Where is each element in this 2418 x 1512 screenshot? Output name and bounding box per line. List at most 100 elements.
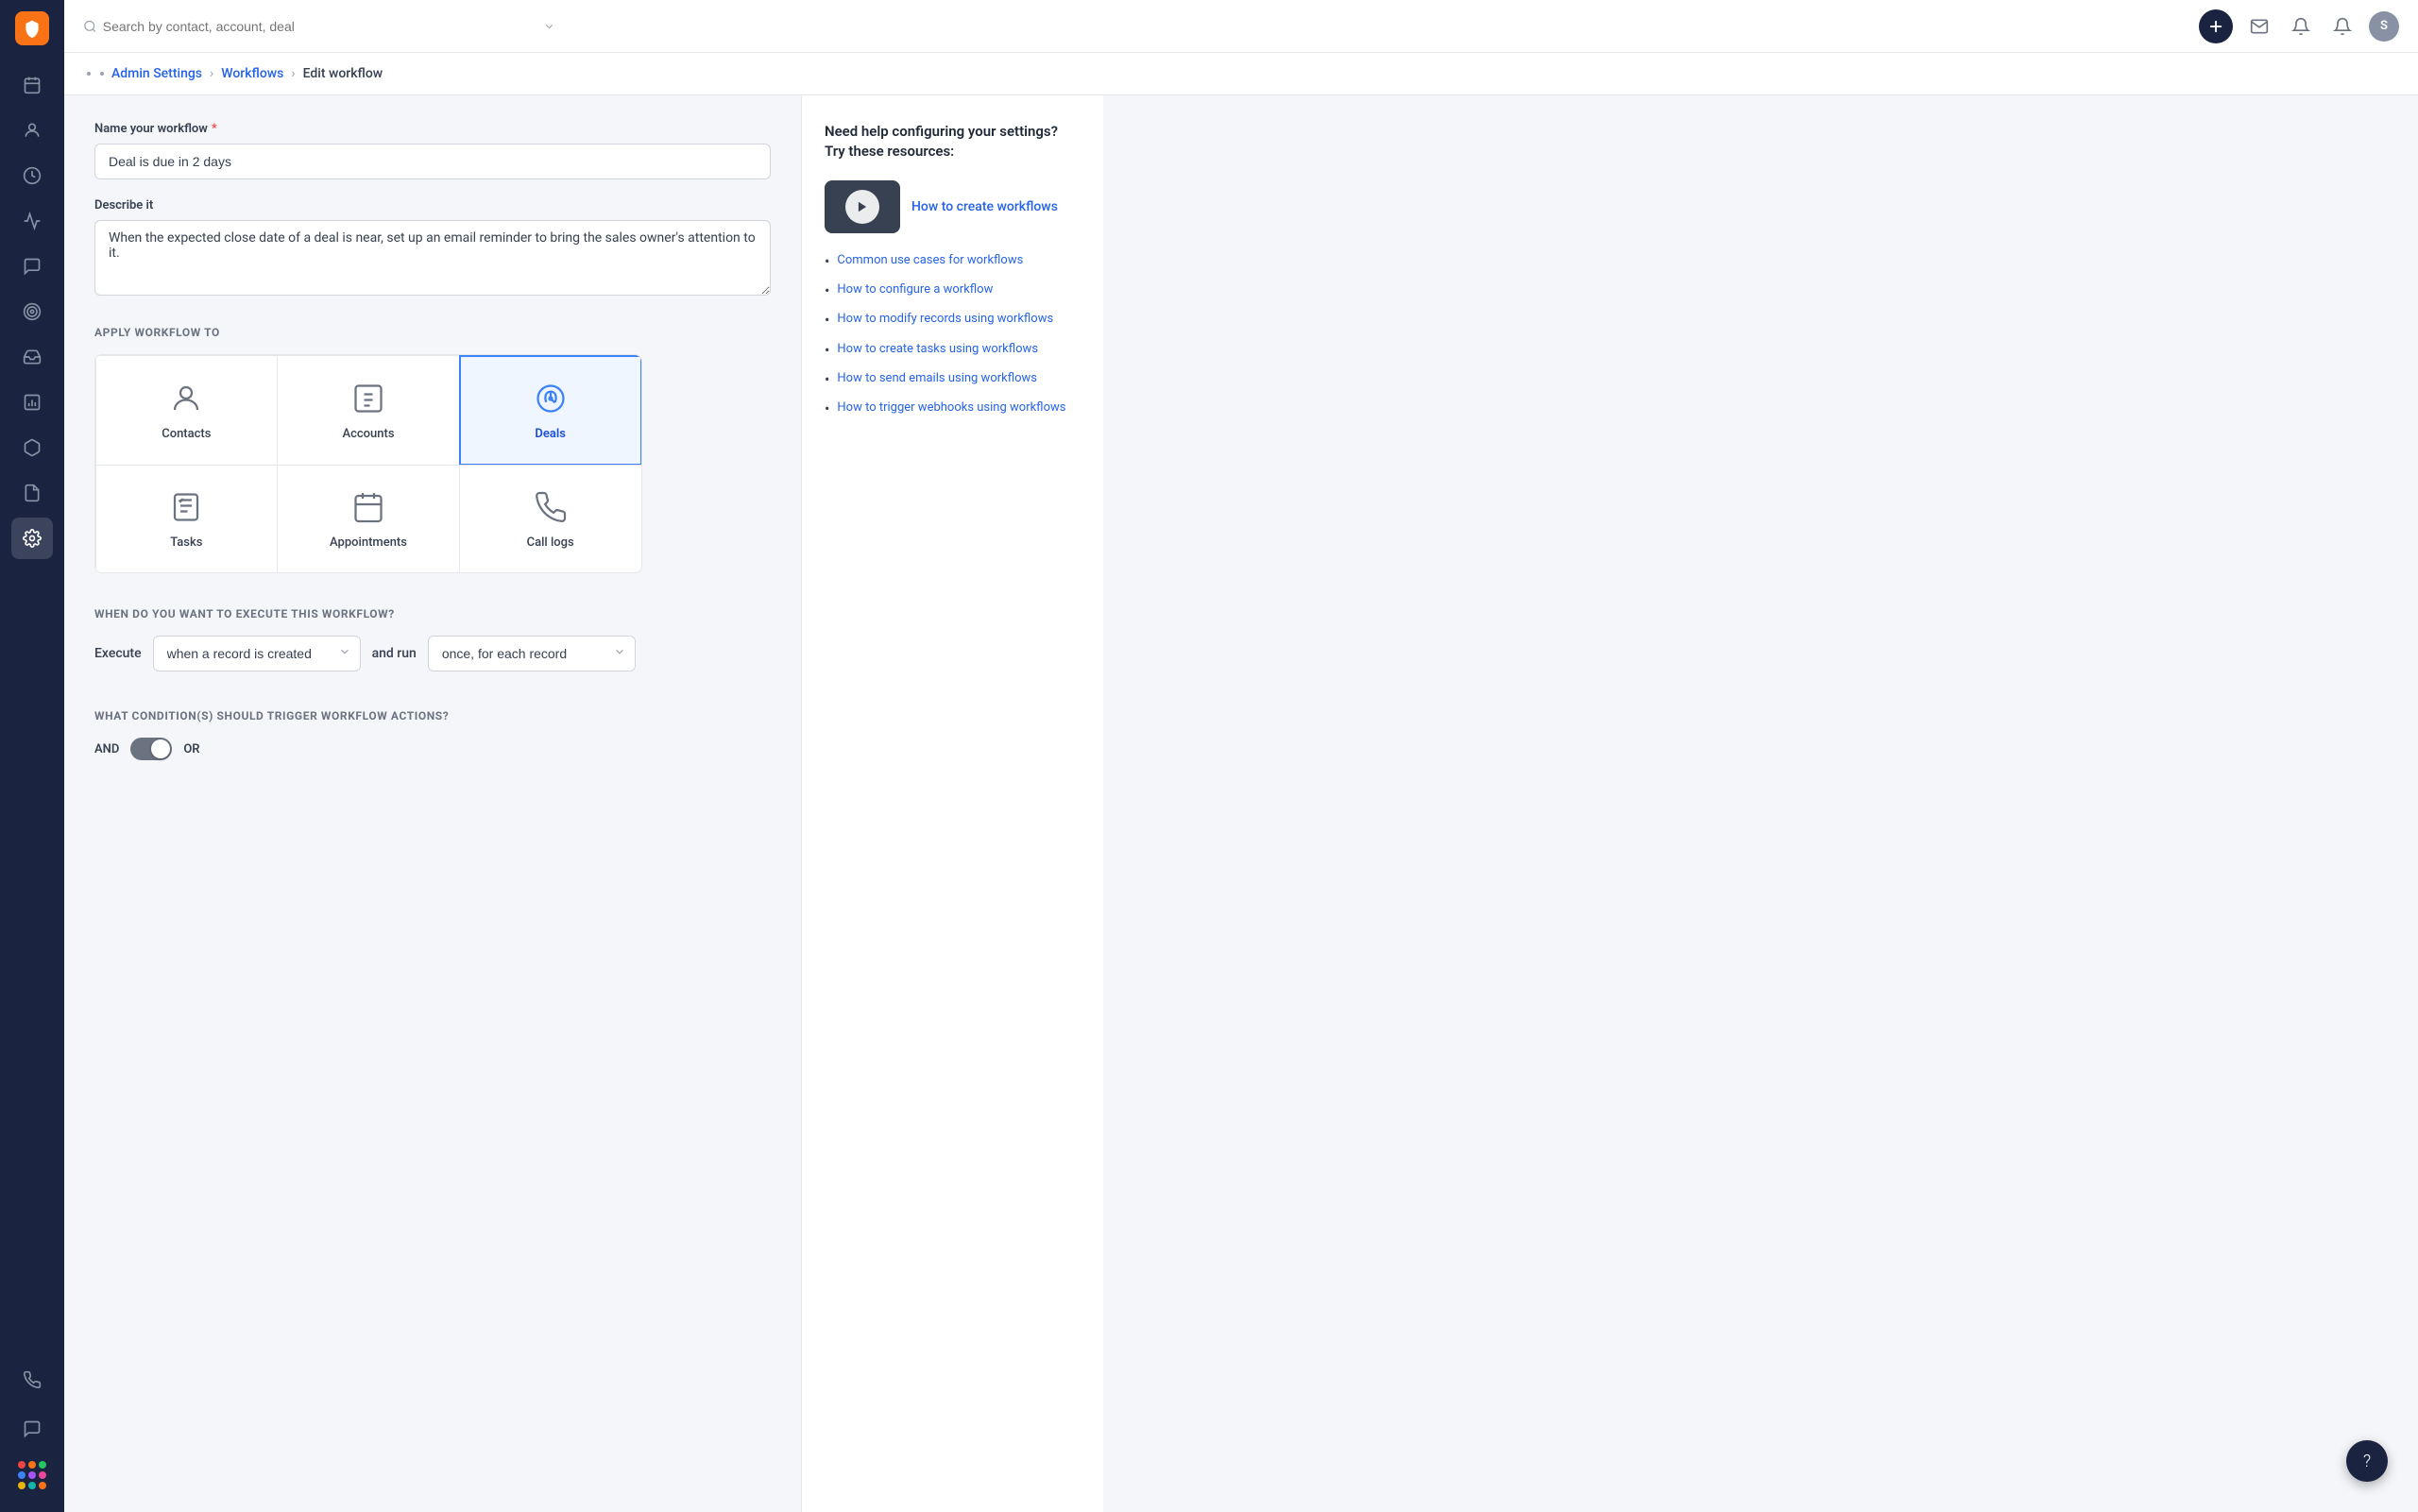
search-wrapper <box>83 19 555 34</box>
contacts-label: Contacts <box>162 427 211 441</box>
tasks-label: Tasks <box>170 535 202 550</box>
breadcrumb-admin-settings[interactable]: Admin Settings <box>111 66 202 81</box>
call-logs-icon <box>532 488 570 526</box>
add-button[interactable] <box>2199 9 2233 43</box>
toggle-track[interactable] <box>130 738 172 760</box>
help-link-1[interactable]: How to configure a workflow <box>837 281 993 298</box>
workflow-type-grid: Contacts Accounts <box>94 354 642 573</box>
user-avatar[interactable]: S <box>2369 11 2399 42</box>
workflow-card-accounts[interactable]: Accounts <box>277 355 460 466</box>
deals-label: Deals <box>535 427 566 441</box>
condition-row: AND OR <box>94 738 771 760</box>
name-field-group: Name your workflow * <box>94 122 771 179</box>
help-link-5[interactable]: How to trigger webhooks using workflows <box>837 399 1065 416</box>
execute-select[interactable]: when a record is created when a record i… <box>153 636 361 671</box>
or-label: OR <box>183 742 199 756</box>
video-link[interactable]: How to create workflows <box>911 199 1058 214</box>
workflow-card-appointments[interactable]: Appointments <box>277 465 460 573</box>
execute-row: Execute when a record is created when a … <box>94 636 771 671</box>
execute-section-title: WHEN DO YOU WANT TO EXECUTE THIS WORKFLO… <box>94 607 771 620</box>
bell-icon[interactable] <box>2327 11 2358 42</box>
contacts-icon <box>167 380 205 417</box>
help-link-0[interactable]: Common use cases for workflows <box>837 252 1023 269</box>
app-logo[interactable] <box>15 11 49 45</box>
sidebar-item-analytics[interactable] <box>11 382 53 423</box>
deals-icon <box>532 380 570 417</box>
sidebar-item-conversations[interactable] <box>11 246 53 287</box>
run-select[interactable]: once, for each record every time <box>428 636 636 671</box>
topbar-right: S <box>2199 9 2399 43</box>
sidebar-item-phone[interactable] <box>11 1359 53 1401</box>
condition-toggle[interactable] <box>130 738 172 760</box>
condition-section-title: WHAT CONDITION(S) SHOULD TRIGGER WORKFLO… <box>94 709 771 722</box>
describe-field-group: Describe it When the expected close date… <box>94 198 771 299</box>
sidebar-item-inbox[interactable] <box>11 336 53 378</box>
workflow-describe-textarea[interactable]: When the expected close date of a deal i… <box>94 220 771 296</box>
help-panel: Need help configuring your settings? Try… <box>801 95 1103 1512</box>
run-select-wrapper: once, for each record every time <box>428 636 636 671</box>
appointments-label: Appointments <box>330 535 407 550</box>
help-list-item-4: • How to send emails using workflows <box>825 370 1081 388</box>
sidebar-item-integrations[interactable] <box>11 427 53 468</box>
page: Admin Settings › Workflows › Edit workfl… <box>64 53 2418 1512</box>
play-button[interactable] <box>845 190 879 224</box>
breadcrumb-current: Edit workflow <box>303 66 383 81</box>
sidebar-nav <box>0 64 64 1359</box>
help-link-3[interactable]: How to create tasks using workflows <box>837 341 1038 358</box>
form-panel: Name your workflow * Describe it When th… <box>64 95 801 1512</box>
breadcrumb-workflows[interactable]: Workflows <box>221 66 283 81</box>
topbar: S <box>64 0 2418 53</box>
breadcrumb: Admin Settings › Workflows › Edit workfl… <box>64 53 2418 95</box>
sidebar-item-contacts[interactable] <box>11 110 53 151</box>
video-row: How to create workflows <box>825 180 1081 233</box>
breadcrumb-sep-1: › <box>210 66 213 81</box>
and-label: AND <box>94 742 119 756</box>
notification-icon[interactable] <box>2286 11 2316 42</box>
describe-field-label: Describe it <box>94 198 771 212</box>
and-run-label: and run <box>372 646 417 661</box>
search-dropdown-icon[interactable] <box>543 20 555 33</box>
sidebar-item-chat[interactable] <box>11 1408 53 1450</box>
accounts-label: Accounts <box>342 427 394 441</box>
sidebar-item-goals[interactable] <box>11 291 53 332</box>
tasks-icon <box>167 488 205 526</box>
help-list-item-1: • How to configure a workflow <box>825 281 1081 299</box>
sidebar-item-notes[interactable] <box>11 472 53 514</box>
call-logs-label: Call logs <box>527 535 574 550</box>
email-icon[interactable] <box>2244 11 2274 42</box>
workflow-card-call-logs[interactable]: Call logs <box>459 465 642 573</box>
video-card[interactable] <box>825 180 900 233</box>
sidebar <box>0 0 64 1512</box>
appointments-icon <box>349 488 387 526</box>
sidebar-item-settings[interactable] <box>11 518 53 559</box>
scroll-area: Name your workflow * Describe it When th… <box>64 95 2418 1512</box>
help-fab[interactable]: ? <box>2346 1440 2388 1482</box>
help-list-item-2: • How to modify records using workflows <box>825 311 1081 329</box>
sidebar-item-deals[interactable] <box>11 155 53 196</box>
help-list-item-3: • How to create tasks using workflows <box>825 341 1081 359</box>
workflow-card-tasks[interactable]: Tasks <box>95 465 279 573</box>
accounts-icon <box>349 380 387 417</box>
required-indicator: * <box>212 122 217 136</box>
help-list-item-0: • Common use cases for workflows <box>825 252 1081 270</box>
help-link-2[interactable]: How to modify records using workflows <box>837 311 1053 328</box>
content-area: Admin Settings › Workflows › Edit workfl… <box>64 53 2418 1512</box>
sidebar-app-dots[interactable] <box>14 1457 50 1493</box>
search-icon <box>83 19 97 34</box>
breadcrumb-sep-2: › <box>291 66 295 81</box>
help-title: Need help configuring your settings? Try… <box>825 122 1081 161</box>
apply-section-title: APPLY WORKFLOW TO <box>94 326 771 339</box>
sidebar-item-reports[interactable] <box>11 200 53 242</box>
execute-label: Execute <box>94 646 142 661</box>
workflow-name-input[interactable] <box>94 144 771 179</box>
sidebar-item-calendar[interactable] <box>11 64 53 106</box>
toggle-thumb <box>151 739 170 758</box>
help-list-item-5: • How to trigger webhooks using workflow… <box>825 399 1081 417</box>
workflow-card-deals[interactable]: Deals <box>459 355 642 466</box>
execute-select-wrapper: when a record is created when a record i… <box>153 636 361 671</box>
search-input[interactable] <box>103 19 537 34</box>
help-link-4[interactable]: How to send emails using workflows <box>837 370 1037 387</box>
workflow-card-contacts[interactable]: Contacts <box>95 355 279 466</box>
help-links-list: • Common use cases for workflows • How t… <box>825 252 1081 417</box>
execute-section: WHEN DO YOU WANT TO EXECUTE THIS WORKFLO… <box>94 607 771 671</box>
